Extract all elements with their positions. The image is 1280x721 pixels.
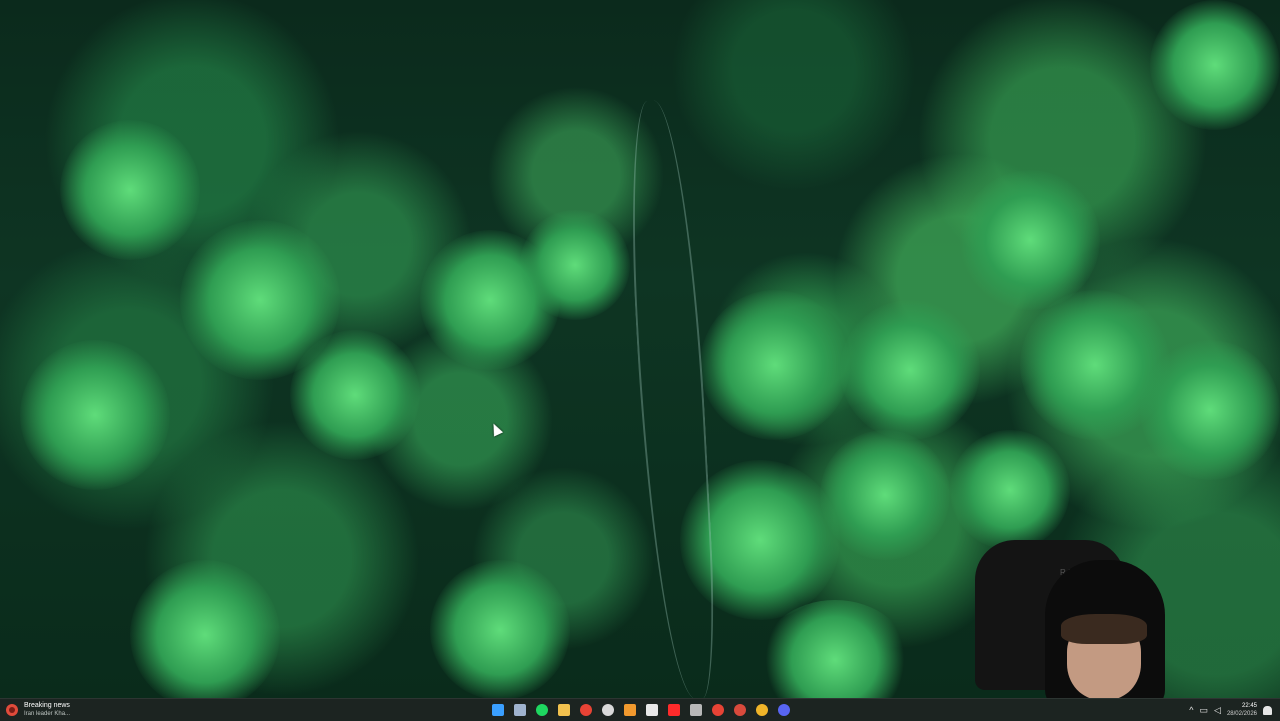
tree [290,330,420,460]
tree [1150,0,1280,130]
app-orange-icon [623,704,636,716]
spotify-icon [535,704,548,716]
system-tray: ^ ▭ ◁ 22:45 28/02/2026 [1189,700,1272,720]
steam-icon [513,704,526,716]
youtube-button[interactable] [665,702,682,719]
forest-trail [624,98,720,698]
calendar-button[interactable] [643,702,660,719]
spotify-button[interactable] [533,702,550,719]
tree [1140,340,1280,480]
news-icon [6,704,18,716]
taskbar-apps [489,700,792,720]
person-hair [1061,614,1147,644]
chevron-up-icon[interactable]: ^ [1189,705,1193,715]
chrome-button[interactable] [577,702,594,719]
network-icon[interactable]: ▭ [1200,705,1209,716]
settings-icon [689,704,702,716]
chrome-profile-button[interactable] [709,702,726,719]
chrome-dev-icon [733,704,746,716]
notification-bell-icon[interactable] [1263,705,1272,715]
chrome-canary-button[interactable] [753,702,770,719]
tree [960,170,1100,310]
tree [130,560,280,698]
clock-time: 22:45 [1241,703,1257,709]
tree [950,430,1070,550]
tree [700,290,850,440]
file-explorer-button[interactable] [555,702,572,719]
windows-start-button[interactable] [489,702,506,719]
news-widget[interactable]: Breaking news Iran leader Kha... [6,700,96,720]
calendar-icon [645,704,658,716]
news-widget-title: Breaking news [24,702,70,709]
steam-button[interactable] [511,702,528,719]
settings-button[interactable] [687,702,704,719]
tree [840,300,980,440]
discord-button[interactable] [775,702,792,719]
chrome-icon [579,704,592,716]
youtube-icon [667,704,680,716]
news-widget-subtitle: Iran leader Kha... [24,711,71,717]
tree [60,120,200,260]
app-orange-button[interactable] [621,702,638,719]
mouse-cursor-icon [488,421,504,437]
chrome-dev-button[interactable] [731,702,748,719]
clock[interactable]: 22:45 28/02/2026 [1227,702,1257,718]
obs-icon [601,704,614,716]
webcam-overlay: RA [975,540,1185,698]
taskbar: Breaking news Iran leader Kha... ^ ▭ ◁ 2… [0,698,1280,721]
volume-icon[interactable]: ◁ [1214,705,1221,716]
desktop-wallpaper: RA [0,0,1280,698]
obs-button[interactable] [599,702,616,719]
chrome-canary-icon [755,704,768,716]
tree [430,560,570,698]
clock-date: 28/02/2026 [1226,711,1257,717]
chrome-profile-icon [711,704,724,716]
tree [20,340,170,490]
discord-icon [777,704,790,716]
windows-start-icon [491,704,504,716]
tree [520,210,630,320]
tree [820,430,950,560]
file-explorer-icon [557,704,570,716]
